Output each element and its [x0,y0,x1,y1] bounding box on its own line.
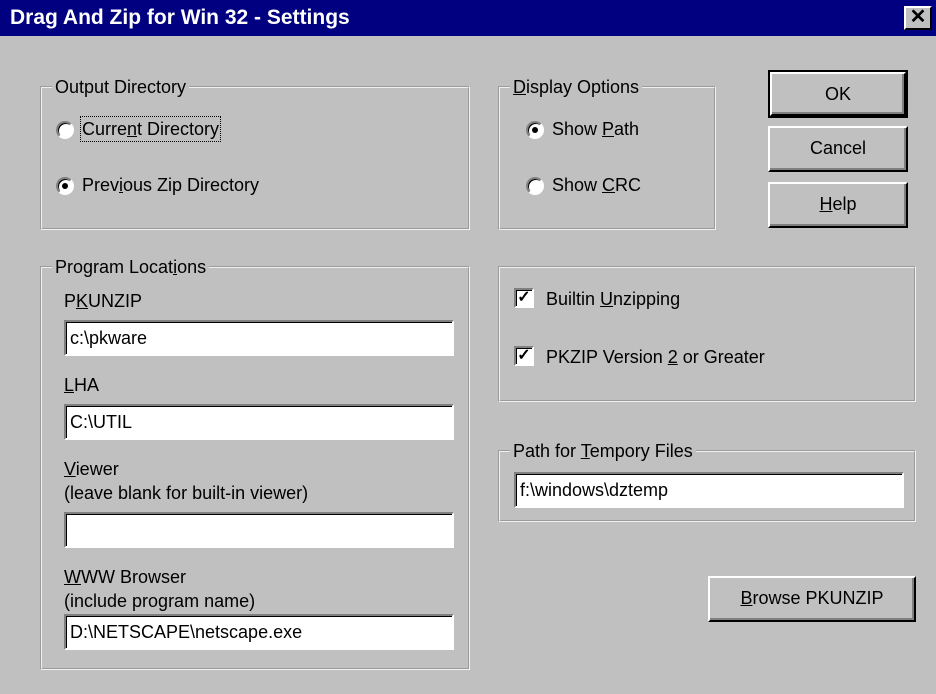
radio-current-directory[interactable] [56,121,74,139]
output-directory-group: Output Directory [40,76,470,230]
viewer-note: (leave blank for built-in viewer) [64,483,309,503]
window-title: Drag And Zip for Win 32 - Settings [10,6,350,29]
help-button[interactable]: Help [768,182,908,228]
pkunzip-label: PKUNZIP [64,291,143,311]
program-locations-legend: Program Locations [52,256,210,278]
radio-previous-zip-directory[interactable] [56,177,74,195]
label-show-crc[interactable]: Show CRC [552,174,641,196]
label-show-path[interactable]: Show Path [552,118,639,140]
pkzip-version-checkbox[interactable]: ✓ [514,346,534,366]
www-browser-note: (include program name) [64,591,256,611]
viewer-label: Viewer [64,459,119,479]
lha-label: LHA [64,375,100,395]
close-button[interactable]: ✕ [904,6,932,30]
title-bar: Drag And Zip for Win 32 - Settings ✕ [0,0,936,36]
lha-path-input[interactable]: C:\UTIL [64,404,454,440]
label-current-directory[interactable]: Current Directory [79,116,222,142]
zip-options-group [498,266,916,402]
output-directory-legend: Output Directory [52,76,190,98]
builtin-unzipping-label[interactable]: Builtin Unzipping [546,288,680,310]
close-icon: ✕ [909,6,927,28]
radio-show-crc[interactable] [526,177,544,195]
www-browser-path-input[interactable]: D:\NETSCAPE\netscape.exe [64,614,454,650]
pkunzip-path-input[interactable]: c:\pkware [64,320,454,356]
temp-path-legend: Path for Tempory Files [510,440,696,462]
display-options-legend: Display Options [510,76,643,98]
www-browser-label: WWW Browser [64,567,186,587]
cancel-button[interactable]: Cancel [768,126,908,172]
label-previous-zip-directory[interactable]: Previous Zip Directory [82,174,259,196]
ok-button[interactable]: OK [768,70,908,118]
viewer-path-input[interactable] [64,512,454,548]
builtin-unzipping-checkbox[interactable]: ✓ [514,288,534,308]
pkzip-version-label[interactable]: PKZIP Version 2 or Greater [546,346,765,368]
browse-pkunzip-button[interactable]: Browse PKUNZIP [708,576,916,622]
radio-show-path[interactable] [526,121,544,139]
display-options-group: Display Options [498,76,716,230]
temp-path-input[interactable]: f:\windows\dztemp [514,472,904,508]
